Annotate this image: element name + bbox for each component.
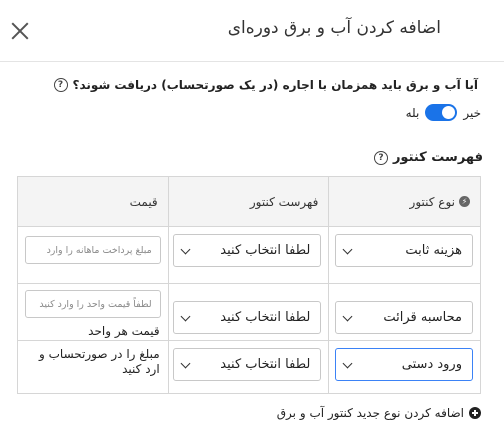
header-price-label: قیمت bbox=[129, 194, 158, 209]
header-type: ⚡ نوع کنتور bbox=[328, 176, 481, 227]
dialog-header: اضافه کردن آب و برق دوره‌ای bbox=[0, 0, 504, 62]
meter-type-select[interactable]: محاسبه قرائت bbox=[335, 301, 473, 334]
meter-type-select[interactable]: هزینه ثابت bbox=[335, 234, 473, 267]
meter-list-select[interactable]: لطفا انتخاب کنید bbox=[173, 301, 322, 334]
meter-list-value: لطفا انتخاب کنید bbox=[220, 310, 311, 325]
billing-toggle[interactable] bbox=[425, 104, 458, 121]
table-row: محاسبه قرائت لطفا انتخاب کنید لطفاً قیمت… bbox=[17, 283, 481, 341]
cell-price: لطفاً قیمت واحد را وارد کنید قیمت هر واح… bbox=[17, 283, 169, 341]
chevron-down-icon bbox=[342, 311, 353, 321]
cell-type: هزینه ثابت bbox=[328, 226, 481, 284]
cell-price: مبلغ پرداخت ماهانه را وارد bbox=[17, 226, 169, 284]
chevron-down-icon bbox=[180, 358, 191, 368]
meter-type-value: ورود دستی bbox=[401, 357, 462, 372]
header-price: قیمت bbox=[17, 176, 169, 227]
meter-type-icon: ⚡ bbox=[459, 196, 470, 207]
meter-type-select[interactable]: ورود دستی bbox=[335, 348, 473, 381]
table-row: ورود دستی لطفا انتخاب کنید مبلغ را در صو… bbox=[17, 340, 481, 394]
help-icon[interactable]: ? bbox=[53, 78, 68, 92]
meter-list-select[interactable]: لطفا انتخاب کنید bbox=[173, 234, 322, 267]
meters-table: ⚡ نوع کنتور فهرست کنتور قیمت هزینه ثابت bbox=[17, 176, 481, 394]
toggle-no-label: خیر bbox=[463, 105, 481, 120]
chevron-down-icon bbox=[342, 244, 353, 254]
meter-list-value: لطفا انتخاب کنید bbox=[220, 357, 311, 372]
header-list-label: فهرست کنتور bbox=[249, 194, 319, 209]
price-unit-label: قیمت هر واحد bbox=[88, 324, 160, 338]
header-type-label: نوع کنتور bbox=[409, 194, 455, 209]
close-icon[interactable] bbox=[9, 20, 31, 42]
cell-type: محاسبه قرائت bbox=[328, 283, 481, 341]
cell-list: لطفا انتخاب کنید bbox=[167, 340, 330, 394]
chevron-down-icon bbox=[180, 311, 191, 321]
table-header-row: ⚡ نوع کنتور فهرست کنتور قیمت bbox=[17, 176, 481, 227]
meter-list-select[interactable]: لطفا انتخاب کنید bbox=[173, 348, 322, 381]
meters-section-title: فهرست کنتور ? bbox=[373, 150, 483, 165]
cell-price: مبلغ را در صورتحساب و ارد کنید bbox=[17, 340, 169, 394]
meter-type-value: هزینه ثابت bbox=[405, 243, 462, 258]
meter-list-value: لطفا انتخاب کنید bbox=[220, 243, 311, 258]
utility-dialog: اضافه کردن آب و برق دوره‌ای آیا آب و برق… bbox=[0, 0, 504, 435]
chevron-down-icon bbox=[342, 358, 353, 368]
meters-title-text: فهرست کنتور bbox=[392, 150, 483, 165]
add-meter-type-label: اضافه کردن نوع جدید کنتور آب و برق bbox=[276, 406, 464, 420]
table-row: هزینه ثابت لطفا انتخاب کنید مبلغ پرداخت … bbox=[17, 226, 481, 284]
price-input[interactable]: مبلغ پرداخت ماهانه را وارد bbox=[24, 236, 161, 264]
meter-type-value: محاسبه قرائت bbox=[383, 310, 462, 325]
cell-type: ورود دستی bbox=[328, 340, 481, 394]
billing-question: آیا آب و برق باید همزمان با اجاره (در یک… bbox=[53, 78, 478, 92]
toggle-yes-label: بله bbox=[405, 105, 420, 120]
manual-entry-note: مبلغ را در صورتحساب و ارد کنید bbox=[39, 347, 160, 376]
plus-circle-icon bbox=[469, 407, 481, 419]
billing-toggle-row: خیر بله bbox=[406, 104, 481, 121]
cell-list: لطفا انتخاب کنید bbox=[167, 283, 330, 341]
toggle-knob bbox=[442, 106, 456, 119]
chevron-down-icon bbox=[180, 244, 191, 254]
dialog-title: اضافه کردن آب و برق دوره‌ای bbox=[227, 18, 441, 38]
header-list: فهرست کنتور bbox=[167, 176, 330, 227]
meters-help-icon[interactable]: ? bbox=[373, 150, 388, 165]
billing-question-text: آیا آب و برق باید همزمان با اجاره (در یک… bbox=[72, 78, 478, 92]
add-meter-type-link[interactable]: اضافه کردن نوع جدید کنتور آب و برق bbox=[277, 406, 481, 420]
price-input[interactable]: لطفاً قیمت واحد را وارد کنید bbox=[24, 290, 161, 318]
cell-list: لطفا انتخاب کنید bbox=[167, 226, 330, 284]
